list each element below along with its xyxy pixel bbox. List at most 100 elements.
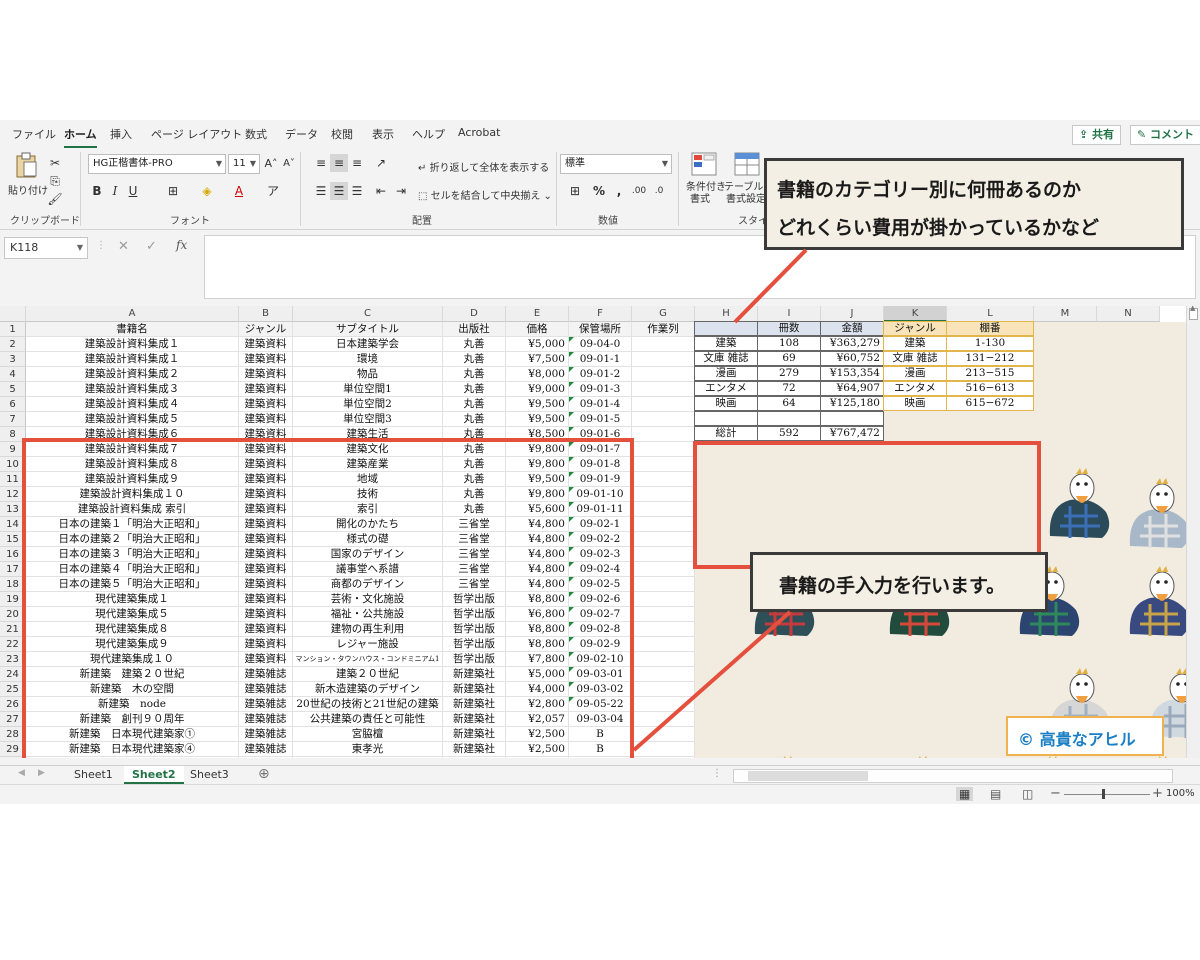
page-layout-view-icon[interactable]: ▤ [990,787,1001,801]
table-cell[interactable]: 建築雑誌 [239,682,293,697]
column-title-cell[interactable]: 出版社 [443,322,506,337]
column-header-c[interactable]: C [293,306,443,322]
table-cell[interactable]: 単位空間2 [293,397,443,412]
row-header-4[interactable]: 4 [0,367,26,382]
table-cell[interactable]: 09-01-10 [569,487,632,502]
cancel-icon[interactable]: ✕ [118,239,129,254]
row-header-3[interactable]: 3 [0,352,26,367]
font-color-icon[interactable]: A [230,182,248,200]
summary-cell[interactable] [694,411,758,426]
work-column-cell[interactable] [632,532,695,547]
table-cell[interactable]: 日本建築学会 [293,337,443,352]
table-cell[interactable]: 建築資料 [239,412,293,427]
work-column-cell[interactable] [632,622,695,637]
work-column-cell[interactable] [632,637,695,652]
table-cell[interactable]: 建築資料 [239,382,293,397]
table-cell[interactable]: 丸善 [443,412,506,427]
tab-formulas[interactable]: 数式 [245,126,267,142]
table-cell[interactable]: 三省堂 [443,517,506,532]
summary-header-cell[interactable] [694,321,758,336]
table-cell[interactable]: 単位空間3 [293,412,443,427]
table-cell[interactable]: ¥4,800 [506,562,569,577]
sheet-tab-2[interactable]: Sheet2 [124,766,184,784]
summary-cell[interactable]: 64 [757,396,821,411]
genre-cell[interactable]: 1-130 [946,336,1034,351]
table-cell[interactable]: 丸善 [443,457,506,472]
table-cell[interactable]: ¥4,000 [506,682,569,697]
work-column-cell[interactable] [632,757,695,758]
table-cell[interactable]: ¥4,800 [506,547,569,562]
column-title-cell[interactable]: ジャンル [239,322,293,337]
table-cell[interactable]: 建築雑誌 [239,742,293,757]
summary-cell[interactable]: ¥153,354 [820,366,884,381]
column-header-e[interactable]: E [506,306,569,322]
column-header-d[interactable]: D [443,306,506,322]
table-cell[interactable]: 建築資料 [239,607,293,622]
table-cell[interactable]: ¥2,800 [506,757,569,758]
genre-cell[interactable]: 213−515 [946,366,1034,381]
table-cell[interactable]: 哲学出版 [443,607,506,622]
table-cell[interactable]: 三省堂 [443,577,506,592]
table-cell[interactable]: 建築資料 [239,547,293,562]
zoom-out-icon[interactable]: − [1050,786,1061,801]
summary-cell[interactable]: 漫画 [694,366,758,381]
table-cell[interactable]: 哲学出版 [443,592,506,607]
phonetic-icon[interactable]: ア [264,182,282,200]
table-cell[interactable]: 哲学出版 [443,637,506,652]
italic-icon[interactable]: I [106,182,124,200]
genre-cell[interactable]: 516−613 [946,381,1034,396]
table-cell[interactable]: 三省堂 [443,547,506,562]
genre-cell[interactable]: 漫画 [883,366,947,381]
row-header-9[interactable]: 9 [0,442,26,457]
table-cell[interactable]: 東孝光 [293,742,443,757]
worksheet-grid[interactable]: ABCDEFGHIJKLMN 1 2 3 4 5 6 7 8 9 10 11 12 13 14 15 16 17… [0,306,1186,758]
summary-cell[interactable]: ¥125,180 [820,396,884,411]
summary-cell[interactable]: ¥60,752 [820,351,884,366]
align-top-icon[interactable]: ≡ [312,154,330,172]
horizontal-scrollbar[interactable] [733,769,1173,783]
table-cell[interactable]: 新建築社 [443,742,506,757]
table-cell[interactable]: ¥2,057 [506,712,569,727]
work-column-cell[interactable] [632,382,695,397]
row-header-17[interactable]: 17 [0,562,26,577]
table-cell[interactable]: ¥8,800 [506,592,569,607]
scroll-up-icon[interactable]: ▲ [1190,304,1195,312]
summary-header-cell[interactable]: 金額 [820,321,884,336]
tab-help[interactable]: ヘルプ [412,126,445,142]
table-cell[interactable]: 09-02-5 [569,577,632,592]
table-cell[interactable]: 現代建築集成１ [26,592,239,607]
table-cell[interactable]: B [569,727,632,742]
work-column-cell[interactable] [632,592,695,607]
table-cell[interactable]: ¥9,500 [506,472,569,487]
table-cell[interactable]: 09-05-22 [569,697,632,712]
genre-cell[interactable]: 文庫 雑誌 [883,351,947,366]
summary-cell[interactable] [820,411,884,426]
row-header-28[interactable]: 28 [0,727,26,742]
paste-button[interactable]: 貼り付け [8,152,48,202]
table-cell[interactable]: 09-02-3 [569,547,632,562]
enter-icon[interactable]: ✓ [146,239,157,254]
work-column-cell[interactable] [632,712,695,727]
row-header-16[interactable]: 16 [0,547,26,562]
work-column-cell[interactable] [632,577,695,592]
table-cell[interactable]: 様式の礎 [293,532,443,547]
table-cell[interactable]: 環境 [293,352,443,367]
table-cell[interactable]: 芸術・文化施設 [293,592,443,607]
number-format-select[interactable]: 標準 ▼ [560,154,672,174]
column-header-a[interactable]: A [26,306,239,322]
genre-cell[interactable]: 131−212 [946,351,1034,366]
summary-cell[interactable]: エンタメ [694,381,758,396]
percent-icon[interactable]: % [590,182,608,200]
genre-cell[interactable]: 615−672 [946,396,1034,411]
decrease-font-icon[interactable]: A˅ [280,155,298,173]
table-cell[interactable]: 技術 [293,487,443,502]
add-sheet-icon[interactable]: ⊕ [258,766,270,782]
row-header-30[interactable]: 30 [0,757,26,758]
table-cell[interactable]: ¥2,800 [506,697,569,712]
format-as-table-button[interactable]: テーブルと 書式設定 [724,152,773,208]
table-cell[interactable]: 新建築社 [443,727,506,742]
table-cell[interactable]: 現代建築集成９ [26,637,239,652]
tab-file[interactable]: ファイル [12,126,56,142]
work-column-cell[interactable] [632,727,695,742]
font-size-select[interactable]: 11 ▼ [228,154,260,174]
